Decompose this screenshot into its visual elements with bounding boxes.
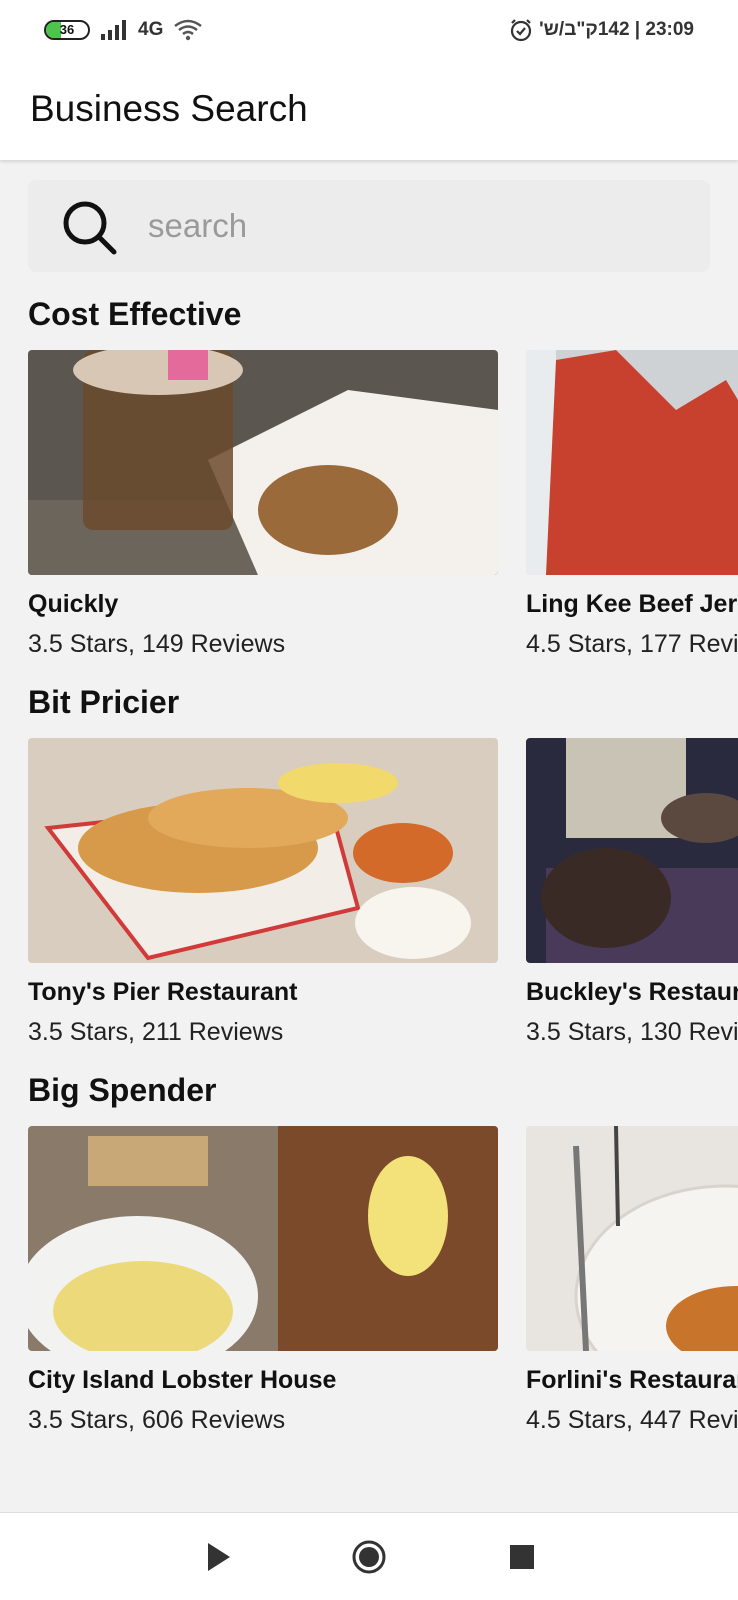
status-right: 23:09 | 142ק"ב/ש' [509,17,694,43]
business-name[interactable]: Forlini's Restaurant [526,1366,738,1395]
status-left: 36 4G [44,18,203,42]
business-row-big-spender[interactable]: City Island Lobster House 3.5 Stars, 606… [28,1126,738,1446]
business-card[interactable]: Ling Kee Beef Jerky 4.5 Stars, 177 Revie… [526,350,738,670]
search-bar[interactable] [28,180,710,272]
business-name[interactable]: Quickly [28,590,118,619]
business-card[interactable]: City Island Lobster House 3.5 Stars, 606… [28,1126,498,1446]
search-input[interactable] [148,198,688,254]
section-title-big-spender: Big Spender [28,1072,217,1108]
business-name[interactable]: Buckley's Restaurant [526,978,738,1007]
business-name[interactable]: Ling Kee Beef Jerky [526,590,738,619]
alarm-icon [511,19,532,42]
business-rating: 3.5 Stars, 130 Reviews [526,1018,738,1046]
signal-icon [101,20,126,40]
business-photo[interactable] [28,350,498,575]
business-photo[interactable] [526,738,738,963]
business-rating: 3.5 Stars, 211 Reviews [28,1018,284,1046]
status-bar: 36 4G 23:09 | 142ק"ב/ש' [0,0,738,60]
business-rating: 3.5 Stars, 149 Reviews [28,630,286,658]
business-rating: 4.5 Stars, 447 Reviews [526,1406,738,1434]
business-row-bit-pricier[interactable]: Tony's Pier Restaurant 3.5 Stars, 211 Re… [28,738,738,1058]
app-bar: Business Search [0,60,738,160]
business-card[interactable]: Tony's Pier Restaurant 3.5 Stars, 211 Re… [28,738,498,1058]
network-type: 4G [138,19,164,40]
business-photo[interactable] [28,738,498,963]
system-nav-bar [0,1512,738,1600]
page-title: Business Search [30,88,308,129]
business-card[interactable]: Quickly 3.5 Stars, 149 Reviews [28,350,498,670]
business-rating: 3.5 Stars, 606 Reviews [28,1406,286,1434]
search-icon[interactable] [60,198,118,256]
status-time: 23:09 | 142ק"ב/ש' [539,19,694,40]
business-row-cost-effective[interactable]: Quickly 3.5 Stars, 149 Reviews Ling Kee … [28,350,738,670]
business-card[interactable]: Buckley's Restaurant 3.5 Stars, 130 Revi… [526,738,738,1058]
business-card[interactable]: Forlini's Restaurant 4.5 Stars, 447 Revi… [526,1126,738,1446]
wifi-icon [174,19,203,41]
business-photo[interactable] [526,1126,738,1351]
business-photo[interactable] [526,350,738,575]
home-circle-icon[interactable] [351,1539,387,1575]
section-title-bit-pricier: Bit Pricier [28,684,180,720]
business-name[interactable]: City Island Lobster House [28,1366,336,1395]
business-name[interactable]: Tony's Pier Restaurant [28,978,297,1007]
business-photo[interactable] [28,1126,498,1351]
back-triangle-icon[interactable] [200,1539,236,1575]
business-rating: 4.5 Stars, 177 Reviews [526,630,738,658]
section-title-cost-effective: Cost Effective [28,296,242,332]
battery-icon: 36 [44,20,90,40]
battery-level: 36 [59,22,75,37]
recents-square-icon[interactable] [504,1539,540,1575]
